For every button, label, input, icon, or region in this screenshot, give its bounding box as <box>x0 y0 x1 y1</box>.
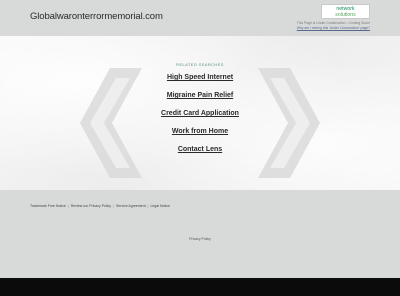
search-link[interactable]: Migraine Pain Relief <box>0 92 400 99</box>
logo-text-solutions: solutions <box>335 12 356 18</box>
footer-link-privacy-review[interactable]: Review our Privacy Policy <box>71 204 111 208</box>
footer-link-service-agreement[interactable]: Service Agreement <box>116 204 146 208</box>
search-link[interactable]: Contact Lens <box>0 146 400 153</box>
chevron-right-decor-icon <box>258 68 320 178</box>
footer: Trademark Free Notice | Review our Privacy… <box>0 190 400 278</box>
domain-title: Globalwaronterrormemorial.com <box>30 11 163 22</box>
search-link[interactable]: Credit Card Application <box>0 110 400 117</box>
footer-link-legal-notice[interactable]: Legal Notice <box>150 204 169 208</box>
footer-links: Trademark Free Notice | Review our Privacy… <box>30 204 170 208</box>
search-link[interactable]: High Speed Internet <box>0 74 400 81</box>
privacy-policy-link[interactable]: Privacy Policy <box>0 237 400 241</box>
top-header: Globalwaronterrormemorial.com network so… <box>0 0 400 36</box>
chevron-left-decor-icon <box>80 68 142 178</box>
hero-section: RELATED SEARCHES High Speed Internet Mig… <box>0 36 400 190</box>
under-construction-note: This Page is Under Construction - Coming… <box>297 21 370 31</box>
related-searches-label: RELATED SEARCHES <box>176 62 224 67</box>
search-link[interactable]: Work from Home <box>0 128 400 135</box>
footer-link-trademark[interactable]: Trademark Free Notice <box>30 204 66 208</box>
under-construction-link[interactable]: Why am I seeing this 'Under Construction… <box>297 26 370 31</box>
network-solutions-logo[interactable]: network solutions <box>321 4 370 19</box>
bottom-bar <box>0 278 400 296</box>
